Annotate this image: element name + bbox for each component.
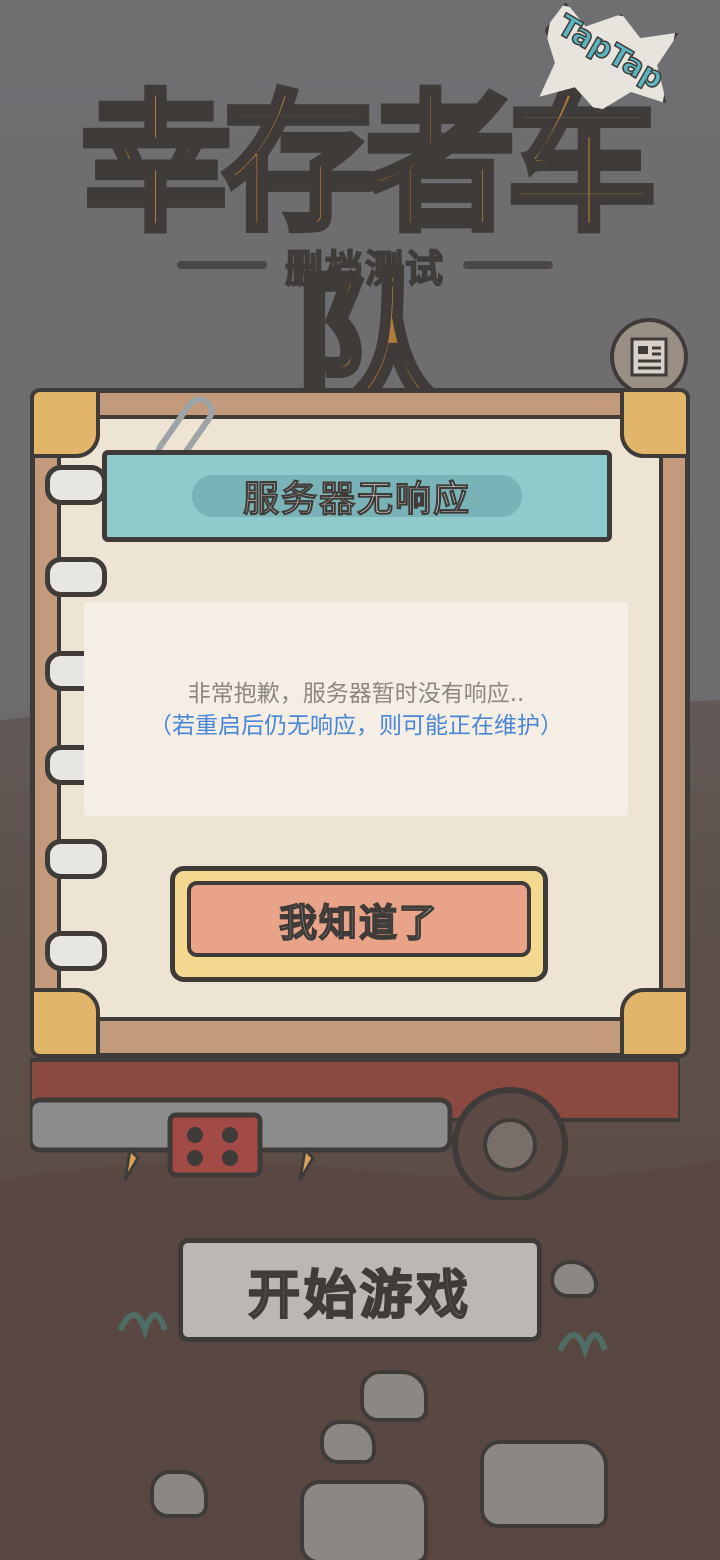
binder-ring (45, 839, 107, 879)
news-button[interactable] (610, 318, 688, 396)
binder-ring (45, 557, 107, 597)
dialog-corner (30, 988, 100, 1058)
start-game-label: 开始游戏 (247, 1265, 472, 1327)
dialog-message: 非常抱歉，服务器暂时没有响应.. (187, 681, 525, 707)
subtitle-divider (176, 261, 267, 269)
rock (360, 1370, 428, 1422)
start-game-button[interactable]: 开始游戏 (178, 1238, 542, 1342)
dialog-message-note: （若重启后仍无响应，则可能正在维护） (149, 713, 563, 739)
rock (300, 1480, 428, 1560)
confirm-button-face: 我知道了 (187, 881, 531, 957)
rock (480, 1440, 608, 1528)
dialog-title-banner: 服务器无响应 (102, 450, 612, 542)
dialog-corner (30, 388, 100, 458)
confirm-button-label: 我知道了 (278, 900, 439, 946)
dialog-corner (620, 388, 690, 458)
dialog-title-pill: 服务器无响应 (192, 475, 522, 521)
dialog-corner (620, 988, 690, 1058)
dialog-message-box: 非常抱歉，服务器暂时没有响应.. （若重启后仍无响应，则可能正在维护） (84, 602, 628, 816)
binder-ring (45, 931, 107, 971)
dialog-title: 服务器无响应 (242, 479, 471, 521)
rock (320, 1420, 376, 1464)
confirm-button[interactable]: 我知道了 (170, 866, 548, 982)
subtitle-divider (463, 261, 553, 269)
logo-subtitle: 删档测试 (284, 246, 445, 292)
car-illustration (30, 1058, 680, 1200)
binder-ring (45, 465, 107, 505)
news-icon (630, 337, 668, 377)
rock (150, 1470, 208, 1518)
logo-subtitle-row: 删档测试 (100, 240, 630, 292)
